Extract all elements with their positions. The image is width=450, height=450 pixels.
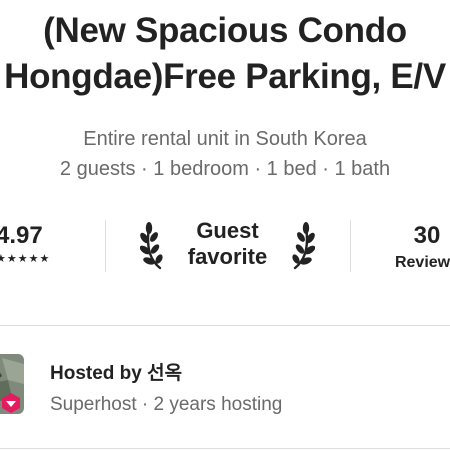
stats-bar[interactable]: 4.97 ★★★★★ Guest favorite 30 Review	[0, 214, 450, 278]
listing-title-line-2: Hongdae)Free Parking, E/V	[4, 57, 446, 96]
host-name: Hosted by 선옥	[50, 363, 183, 384]
star-rating-icon: ★★★★★	[0, 253, 51, 265]
badge-line-1: Guest	[196, 218, 259, 243]
listing-title-line-1: (New Spacious Condo	[43, 11, 407, 50]
review-count: 30	[413, 222, 441, 249]
laurel-right-icon	[292, 222, 315, 270]
listing-title: (New Spacious Condo Hongdae)Free Parking…	[0, 8, 450, 100]
listing-subtitle: Entire rental unit in South Korea 2 gues…	[0, 124, 450, 184]
reviews-block[interactable]: 30 Reviews	[387, 222, 450, 274]
guest-favorite-badge: Guest favorite	[140, 216, 315, 276]
host-section[interactable]: Hosted by 선옥 Superhost · 2 years hosting	[0, 352, 450, 432]
section-divider-bottom	[0, 448, 450, 449]
badge-line-2: favorite	[187, 244, 268, 269]
capacity-summary: 2 guests · 1 bedroom · 1 bed · 1 bath	[59, 158, 391, 180]
reviews-label: Reviews	[394, 254, 450, 271]
guest-favorite-label: Guest favorite	[168, 218, 287, 270]
host-avatar[interactable]	[0, 354, 24, 414]
stats-divider-right	[350, 220, 351, 272]
rating-block: 4.97 ★★★★★	[0, 222, 66, 266]
stats-divider-left	[105, 220, 106, 272]
superhost-badge-icon	[2, 393, 20, 413]
property-type: Entire rental unit in South Korea	[83, 128, 367, 150]
section-divider-top	[0, 325, 450, 326]
laurel-left-icon	[140, 222, 163, 270]
host-meta: Superhost · 2 years hosting	[50, 394, 283, 415]
rating-value: 4.97	[0, 222, 43, 249]
